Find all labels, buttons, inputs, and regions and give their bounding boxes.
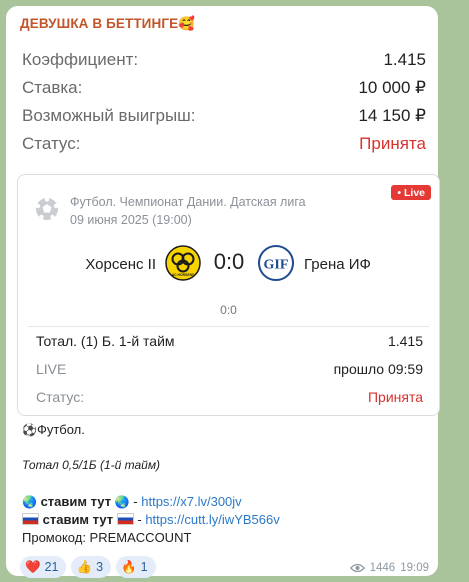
message-meta: 1446 19:09 bbox=[349, 562, 429, 574]
match-score: 0:0 bbox=[213, 249, 245, 274]
russia-flag-icon bbox=[22, 513, 39, 525]
bet-label: Коэффициент: bbox=[22, 50, 139, 69]
sport-line: ⚽Футбол. bbox=[22, 422, 85, 437]
reactions-bar: ❤️ 21 👍 3 🔥 1 bbox=[20, 556, 156, 578]
link-line-1: 🌏 ставим тут 🌏 - https://x7.lv/300jv bbox=[22, 494, 242, 509]
message-bubble: ДЕВУШКА В БЕТТИНГЕ🥰 Коэффициент: 1.415 С… bbox=[6, 6, 440, 578]
detail-row-market: Тотал. (1) Б. 1-й тайм 1.415 bbox=[36, 333, 423, 349]
svg-text:AC HORSENS: AC HORSENS bbox=[172, 273, 195, 277]
detail-label: LIVE bbox=[36, 361, 67, 377]
status-value: Принята bbox=[359, 134, 426, 153]
league-name: Футбол. Чемпионат Дании. Датская лига bbox=[70, 195, 306, 209]
bet-value: 10 000 ₽ bbox=[358, 78, 426, 97]
detail-row-live: LIVE прошло 09:59 bbox=[36, 361, 423, 377]
reaction-count: 21 bbox=[44, 560, 59, 574]
bet-row-payout: Возможный выигрыш: 14 150 ₽ bbox=[22, 102, 426, 130]
horsens-logo-icon: AC HORSENS bbox=[165, 245, 201, 281]
fire-icon: 🔥 bbox=[121, 559, 137, 574]
globe-icon: 🌏 bbox=[22, 495, 37, 509]
detail-label: Статус: bbox=[36, 389, 85, 405]
reaction-thumbs-up[interactable]: 👍 3 bbox=[71, 556, 112, 578]
reaction-count: 1 bbox=[140, 560, 148, 574]
bet-description: Тотал 0,5/1Б (1-й тайм) bbox=[22, 458, 161, 472]
half-score: 0:0 bbox=[220, 303, 237, 317]
reaction-heart[interactable]: ❤️ 21 bbox=[20, 556, 67, 578]
bet-label: Ставка: bbox=[22, 78, 83, 97]
grena-logo-icon: GIF bbox=[258, 245, 294, 281]
bet-link-1[interactable]: https://x7.lv/300jv bbox=[141, 494, 241, 509]
football-icon bbox=[35, 197, 59, 220]
bet-value: 1.415 bbox=[383, 50, 426, 69]
detail-value: прошло 09:59 bbox=[333, 361, 423, 377]
detail-value: 1.415 bbox=[387, 333, 423, 349]
status-value: Принята bbox=[367, 389, 423, 405]
thumbs-up-icon: 👍 bbox=[76, 559, 93, 574]
match-date: 09 июня 2025 (19:00) bbox=[70, 213, 192, 227]
reaction-fire[interactable]: 🔥 1 bbox=[116, 556, 156, 578]
view-count: 1446 bbox=[369, 562, 396, 574]
bet-row-stake: Ставка: 10 000 ₽ bbox=[22, 74, 426, 102]
match-card: Футбол. Чемпионат Дании. Датская лига 09… bbox=[17, 174, 440, 416]
promo-code: Промокод: PREMACCOUNT bbox=[22, 530, 192, 545]
bet-summary: Коэффициент: 1.415 Ставка: 10 000 ₽ Возм… bbox=[22, 46, 426, 158]
football-icon: ⚽ bbox=[22, 423, 37, 437]
globe-icon: 🌏 bbox=[114, 495, 130, 509]
smiling-hearts-icon: 🥰 bbox=[178, 16, 196, 31]
svg-text:GIF: GIF bbox=[264, 258, 289, 273]
eye-icon bbox=[349, 563, 365, 573]
message-time: 19:09 bbox=[400, 562, 429, 574]
detail-row-status: Статус: Принята bbox=[36, 389, 423, 405]
link-line-2: ставим тут - https://cutt.ly/iwYB566v bbox=[22, 512, 280, 527]
teams-row: Хорсенс II AC HORSENS 0:0 GIF Грена ИФ bbox=[18, 245, 439, 285]
bet-link-2[interactable]: https://cutt.ly/iwYB566v bbox=[145, 512, 279, 527]
bet-label: Статус: bbox=[22, 134, 81, 153]
divider bbox=[28, 326, 429, 327]
channel-name[interactable]: ДЕВУШКА В БЕТТИНГЕ🥰 bbox=[20, 16, 195, 32]
reaction-count: 3 bbox=[96, 560, 104, 574]
detail-label: Тотал. (1) Б. 1-й тайм bbox=[36, 333, 175, 349]
bet-label: Возможный выигрыш: bbox=[22, 106, 196, 125]
heart-icon: ❤️ bbox=[25, 559, 41, 574]
russia-flag-icon bbox=[116, 513, 134, 525]
bet-row-coefficient: Коэффициент: 1.415 bbox=[22, 46, 426, 74]
bet-value: 14 150 ₽ bbox=[358, 106, 426, 125]
home-team: Хорсенс II bbox=[85, 256, 156, 273]
away-team: Грена ИФ bbox=[304, 256, 371, 273]
live-badge: • Live bbox=[391, 185, 431, 200]
bet-row-status: Статус: Принята bbox=[22, 130, 426, 158]
